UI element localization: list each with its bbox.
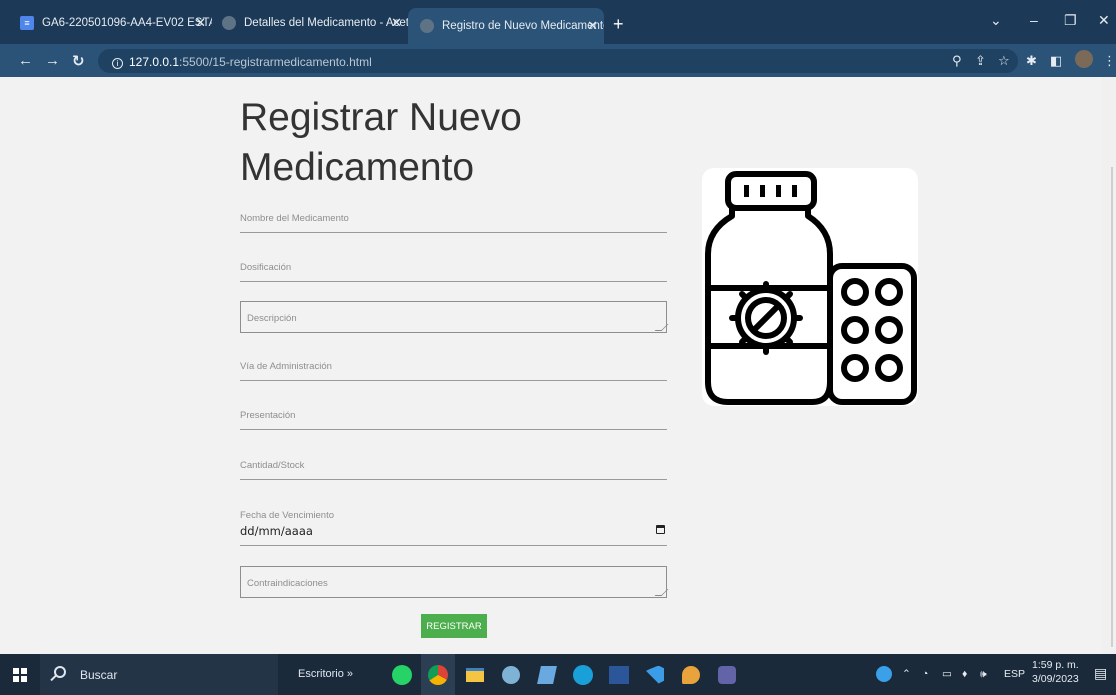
placeholder: Nombre del Medicamento — [240, 213, 349, 224]
new-tab-button[interactable]: + — [613, 14, 624, 35]
registrar-button[interactable]: REGISTRAR — [421, 614, 487, 638]
tab-search-icon[interactable]: ⌄ — [990, 12, 1002, 29]
placeholder: Vía de Administración — [240, 361, 332, 372]
date-value[interactable]: dd/mm/aaaa — [240, 524, 313, 538]
clock-date: 3/09/2023 — [1032, 673, 1079, 685]
tab-title: Detalles del Medicamento - Acet — [244, 17, 408, 29]
placeholder: Cantidad/Stock — [240, 460, 305, 471]
minimize-icon[interactable]: – — [1030, 12, 1038, 28]
side-panel-icon[interactable]: ◧ — [1050, 53, 1062, 69]
clock[interactable]: 1:59 p. m. 3/09/2023 — [1032, 658, 1079, 686]
back-icon[interactable]: ← — [18, 52, 33, 69]
page-content: Registrar Nuevo Medicamento Nombre del M… — [0, 77, 1116, 654]
paint-icon[interactable] — [674, 654, 708, 695]
globe-icon — [420, 19, 434, 33]
resize-handle[interactable] — [654, 589, 669, 596]
reload-icon[interactable]: ↻ — [72, 52, 85, 70]
language-indicator[interactable]: ESP — [1004, 668, 1025, 680]
whatsapp-icon[interactable] — [385, 654, 419, 695]
tab-ga6[interactable]: ≡ GA6-220501096-AA4-EV02 ESTA ✕ — [20, 12, 212, 34]
search-placeholder: Buscar — [80, 667, 118, 682]
edge-icon[interactable] — [566, 654, 600, 695]
notifications-icon[interactable]: ▤ — [1094, 665, 1107, 682]
field-label: Fecha de Vencimiento — [240, 510, 335, 521]
fecha-vencimiento-input[interactable]: Fecha de Vencimiento dd/mm/aaaa — [240, 510, 667, 546]
zoom-icon[interactable]: ⚲ — [952, 53, 962, 69]
chrome-icon[interactable] — [421, 654, 455, 695]
bookmark-star-icon[interactable]: ☆ — [998, 53, 1010, 69]
close-icon[interactable]: ✕ — [391, 15, 402, 31]
forward-icon[interactable]: → — [45, 52, 60, 69]
extensions-icon[interactable]: ✱ — [1026, 53, 1037, 69]
address-bar: ← → ↻ i 127.0.0.1:5500/15-registrarmedica… — [0, 44, 1116, 77]
close-icon[interactable]: ✕ — [587, 18, 598, 34]
volume-icon[interactable]: 🕪 — [980, 668, 987, 681]
desktop-toolbar-label: Escritorio — [298, 668, 344, 680]
teams-icon[interactable] — [710, 654, 744, 695]
contraindicaciones-textarea[interactable]: Contraindicaciones — [240, 566, 669, 598]
clock-time: 1:59 p. m. — [1032, 659, 1079, 671]
medicine-illustration — [702, 168, 918, 406]
cantidad-input[interactable]: Cantidad/Stock — [240, 454, 667, 480]
tab-registro[interactable]: Registro de Nuevo Medicamento ✕ — [408, 8, 604, 44]
battery-icon[interactable]: ▭ — [942, 668, 952, 680]
calendar-icon[interactable] — [656, 525, 665, 534]
scrollbar-thumb[interactable] — [1111, 167, 1113, 647]
tab-title: GA6-220501096-AA4-EV02 ESTA — [42, 17, 212, 29]
presentacion-input[interactable]: Presentación — [240, 404, 667, 430]
windows-taskbar: Buscar Escritorio » ⌃ ◔ ▭ ♦ 🕪 ESP 1:59 p… — [0, 654, 1116, 695]
scrollbar[interactable] — [1102, 77, 1116, 654]
app-icon[interactable] — [494, 654, 528, 695]
via-input[interactable]: Vía de Administración — [240, 355, 667, 381]
file-explorer-icon[interactable] — [458, 654, 492, 695]
medicine-bottle-and-pills-icon — [705, 171, 917, 405]
placeholder: Contraindicaciones — [247, 578, 328, 589]
share-icon[interactable]: ⇪ — [975, 53, 986, 69]
placeholder: Presentación — [240, 410, 296, 421]
globe-icon — [222, 16, 236, 30]
url-host: 127.0.0.1 — [129, 55, 180, 69]
desktop-toolbar[interactable]: Escritorio » — [298, 668, 353, 680]
page-title: Registrar Nuevo Medicamento — [240, 96, 522, 189]
word-icon[interactable] — [602, 654, 636, 695]
help-icon[interactable] — [876, 666, 892, 682]
microphone-icon[interactable]: ♦ — [962, 668, 967, 680]
tab-title: Registro de Nuevo Medicamento — [442, 20, 604, 32]
url-text[interactable]: i 127.0.0.1:5500/15-registrarmedicamento.… — [112, 55, 372, 69]
network-icon[interactable]: ◔ — [922, 668, 928, 680]
descripcion-textarea[interactable]: Descripción — [240, 301, 669, 333]
placeholder: Dosificación — [240, 262, 292, 273]
menu-icon[interactable]: ⋮ — [1103, 53, 1116, 69]
start-button[interactable] — [0, 654, 40, 695]
nombre-input[interactable]: Nombre del Medicamento — [240, 207, 667, 233]
windows-logo-icon — [13, 667, 27, 682]
tab-detalles[interactable]: Detalles del Medicamento - Acet ✕ — [222, 12, 408, 34]
info-icon: i — [112, 58, 123, 69]
url-path: :5500/15-registrarmedicamento.html — [179, 55, 372, 69]
search-icon — [54, 666, 66, 678]
taskbar-search[interactable]: Buscar — [40, 654, 278, 695]
chevron-up-icon[interactable]: ⌃ — [902, 668, 911, 680]
close-window-icon[interactable]: ✕ — [1098, 12, 1110, 29]
docs-icon: ≡ — [20, 16, 34, 30]
placeholder: Descripción — [247, 313, 297, 324]
profile-avatar[interactable] — [1075, 50, 1093, 68]
browser-tab-strip: ≡ GA6-220501096-AA4-EV02 ESTA ✕ Detalles… — [0, 0, 1116, 44]
app-icon[interactable] — [530, 654, 564, 695]
dosificacion-input[interactable]: Dosificación — [240, 256, 667, 282]
restore-icon[interactable]: ❐ — [1064, 12, 1077, 29]
vscode-icon[interactable] — [638, 654, 672, 695]
close-icon[interactable]: ✕ — [195, 15, 206, 31]
resize-handle[interactable] — [654, 324, 669, 331]
